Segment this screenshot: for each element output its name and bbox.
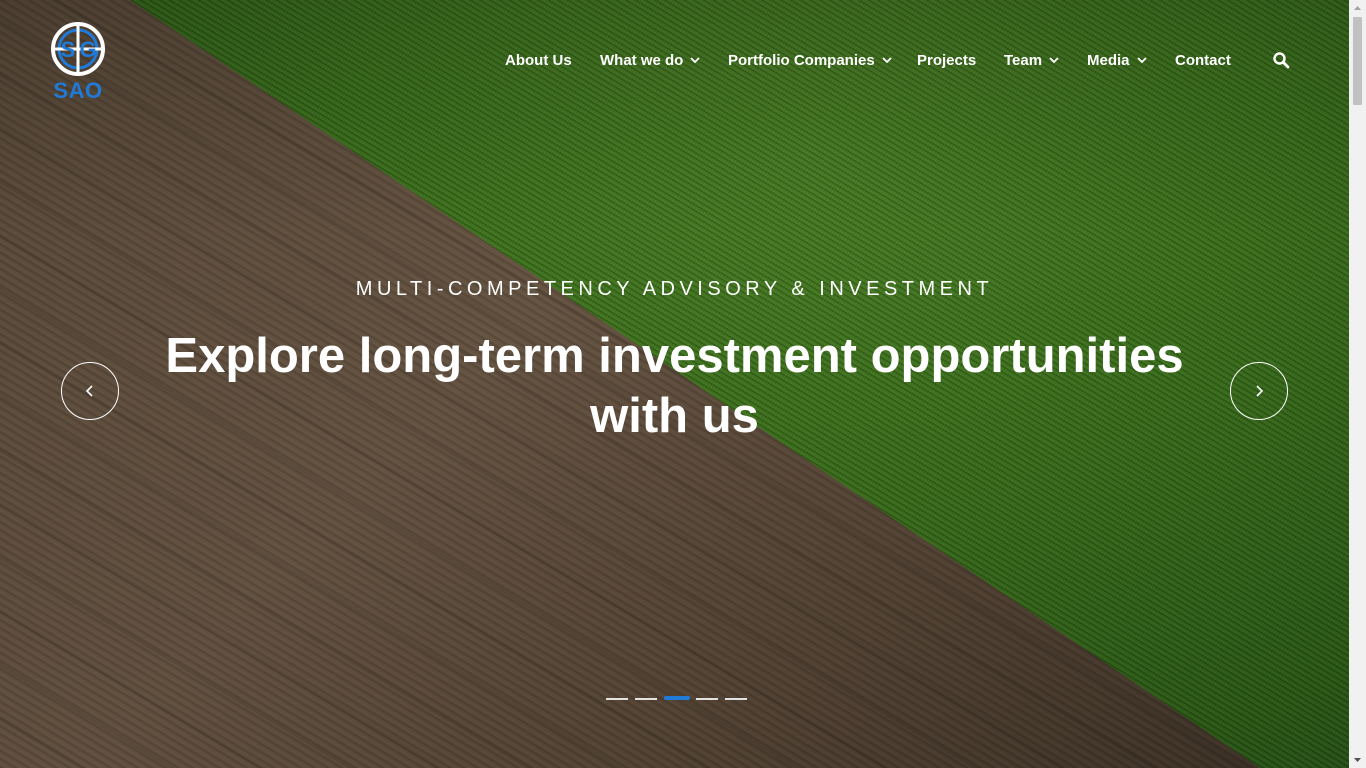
nav-item-portfolio-companies[interactable]: Portfolio Companies (728, 48, 893, 72)
scroll-up-arrow-icon[interactable] (1349, 0, 1366, 17)
nav-item-label: Projects (917, 51, 977, 69)
nav-item-label: Contact (1175, 51, 1231, 69)
page-scrollbar[interactable] (1349, 0, 1366, 768)
nav-item-label: Team (1004, 51, 1043, 69)
slider-dot[interactable] (664, 696, 690, 700)
nav-item-team[interactable]: Team (1004, 48, 1060, 72)
search-icon[interactable] (1272, 51, 1290, 69)
slider-dot[interactable] (696, 698, 718, 700)
nav-item-contact[interactable]: Contact (1175, 48, 1231, 72)
hero-eyebrow: MULTI-COMPETENCY ADVISORY & INVESTMENT (355, 278, 994, 300)
logo-text: SAO (53, 78, 103, 103)
chevron-down-icon (882, 57, 892, 64)
scrollbar-thumb[interactable] (1353, 17, 1362, 105)
chevron-right-icon (1256, 385, 1264, 397)
nav-item-what-we-do[interactable]: What we do (600, 48, 701, 72)
nav-item-label: What we do (600, 51, 684, 69)
site-logo[interactable]: S G SAO (48, 20, 108, 104)
nav-item-projects[interactable]: Projects (917, 48, 976, 72)
chevron-down-icon (690, 57, 700, 64)
nav-item-about-us[interactable]: About Us (505, 48, 572, 72)
logo-emblem-icon: S G (51, 22, 105, 76)
hero-slider: S G SAO About Us What we do Portfolio Co… (0, 0, 1349, 768)
slider-prev-button[interactable] (61, 362, 119, 420)
slider-next-button[interactable] (1230, 362, 1288, 420)
nav-item-label: About Us (505, 51, 572, 69)
chevron-left-icon (85, 385, 93, 397)
svg-text:S: S (61, 37, 76, 62)
svg-text:G: G (79, 37, 96, 62)
slider-dot[interactable] (635, 698, 657, 700)
nav-item-label: Portfolio Companies (728, 51, 875, 69)
chevron-down-icon (1136, 57, 1147, 64)
chevron-down-icon (1049, 57, 1059, 64)
hero-headline-line: with us (590, 389, 759, 443)
slider-dot[interactable] (606, 698, 628, 700)
nav-item-label: Media (1087, 51, 1130, 69)
hero-headline: Explore long-term investment opportuniti… (90, 326, 1259, 446)
hero-headline-line: Explore long-term investment opportuniti… (165, 329, 1184, 383)
slider-dot[interactable] (725, 698, 747, 700)
nav-item-media[interactable]: Media (1087, 48, 1148, 72)
scroll-down-arrow-icon[interactable] (1349, 751, 1366, 768)
